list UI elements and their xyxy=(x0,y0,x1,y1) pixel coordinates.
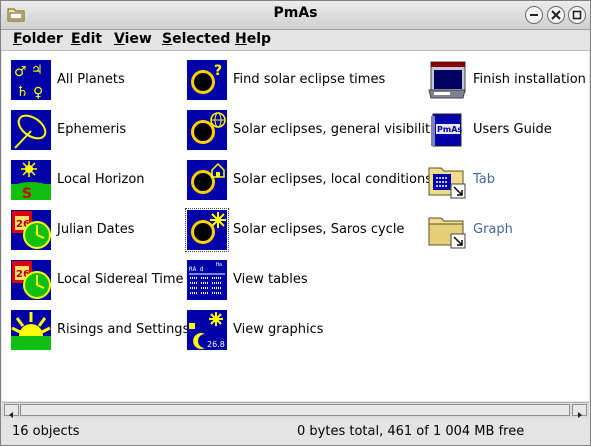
horizon-icon: S xyxy=(11,160,51,200)
svg-text:♄: ♄ xyxy=(16,84,29,100)
object-label: Find solar eclipse times xyxy=(233,72,386,87)
object-label: Graph xyxy=(473,222,513,237)
eclipse-star-icon xyxy=(185,208,229,252)
menu-help[interactable]: Help xyxy=(235,31,271,47)
object-label: Solar eclipses, Saros cycle xyxy=(233,222,405,237)
folder-shadow-icon xyxy=(428,167,466,199)
scrollbar-thumb[interactable] xyxy=(20,404,570,416)
object-count: 16 objects xyxy=(12,424,80,439)
object-label: Solar eclipses, local conditions xyxy=(233,172,432,187)
svg-text:S: S xyxy=(22,186,32,200)
object-label: Risings and Settings xyxy=(57,322,190,337)
eclipse-house-icon xyxy=(187,160,227,200)
svg-text:♃: ♃ xyxy=(31,63,43,78)
object-label: Tab xyxy=(473,172,496,187)
object-label: Finish installation xyxy=(473,72,586,87)
close-button[interactable] xyxy=(547,6,565,24)
calendar-clock-icon: 26 xyxy=(11,210,51,250)
book-title-text: PmAs xyxy=(437,125,462,134)
status-bar: 16 objects 0 bytes total, 461 of 1 004 M… xyxy=(2,419,589,444)
object-label: Local Horizon xyxy=(57,172,145,187)
minimize-button[interactable] xyxy=(525,6,543,24)
object-label: Solar eclipses, general visibility xyxy=(233,122,438,137)
menu-selected[interactable]: Selected xyxy=(162,31,230,47)
object-label: All Planets xyxy=(57,72,125,87)
menu-view[interactable]: View xyxy=(114,31,152,47)
horizontal-scrollbar[interactable] xyxy=(2,402,589,418)
table-header-text: RA d xyxy=(189,266,204,273)
menu-bar: Folder Edit View Selected Help xyxy=(1,30,590,51)
object-label: View graphics xyxy=(233,322,324,337)
disk-space: 0 bytes total, 461 of 1 004 MB free xyxy=(297,424,525,439)
graphics-icon: 26.8 xyxy=(187,310,227,350)
menu-folder[interactable]: Folder xyxy=(13,31,63,47)
object-label: Julian Dates xyxy=(57,222,135,237)
maximize-icon xyxy=(572,10,582,20)
planet-symbols-icon: ♂ ♃ ♄ ♀ xyxy=(11,60,51,100)
folder-shadow-icon xyxy=(428,217,466,249)
svg-text:?: ? xyxy=(214,63,222,79)
window-title: PmAs xyxy=(273,5,318,21)
object-label: View tables xyxy=(233,272,308,287)
minimize-icon xyxy=(530,14,538,16)
svg-text:♂: ♂ xyxy=(14,64,27,80)
orbit-icon xyxy=(11,110,51,150)
table-icon: RA d Ha xyxy=(187,260,227,300)
folder-content[interactable]: ♂ ♃ ♄ ♀ All Planets Ephemeris S Local Ho… xyxy=(2,51,589,401)
object-label: Users Guide xyxy=(473,122,552,137)
installer-window-icon xyxy=(428,61,466,99)
close-icon xyxy=(551,10,561,20)
menu-edit[interactable]: Edit xyxy=(71,31,102,47)
object-label: Ephemeris xyxy=(57,122,127,137)
eclipse-globe-icon xyxy=(187,110,227,150)
scroll-right-button[interactable] xyxy=(572,404,587,418)
graphics-number-text: 26.8 xyxy=(207,340,225,349)
scroll-left-button[interactable] xyxy=(4,404,19,418)
svg-text:♀: ♀ xyxy=(33,85,43,100)
sunrise-icon xyxy=(11,310,51,350)
maximize-button[interactable] xyxy=(568,6,586,24)
object-label: Local Sidereal Time xyxy=(57,272,184,287)
eclipse-question-icon: ? xyxy=(187,60,227,100)
calendar-clock-icon: 26 xyxy=(11,260,51,300)
table-corner-text: Ha xyxy=(216,262,222,268)
title-bar[interactable]: PmAs xyxy=(1,1,590,30)
book-icon: PmAs xyxy=(431,113,462,147)
pmas-window: PmAs Folder Edit View Selected Help ♂ ♃ … xyxy=(0,0,591,446)
